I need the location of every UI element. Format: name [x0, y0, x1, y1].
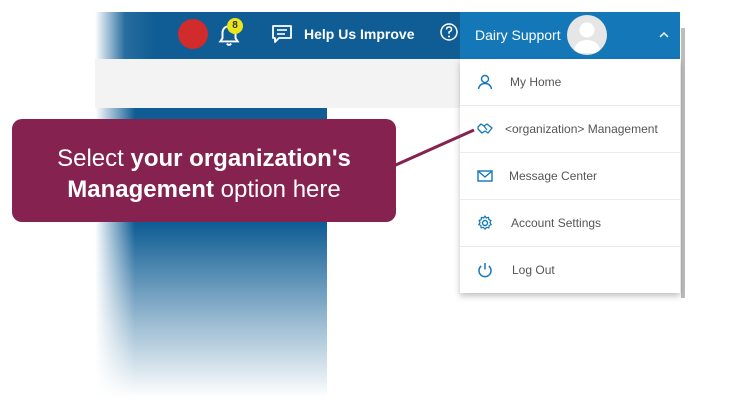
callout-line2-bold: Management [67, 176, 214, 203]
callout-line1-bold: your organization's [130, 145, 351, 172]
instruction-callout: Select your organization's Management op… [12, 119, 396, 222]
callout-text: Select your organization's Management op… [12, 143, 396, 205]
callout-line1-plain: Select [57, 145, 131, 172]
callout-line2-plain: option here [213, 176, 341, 203]
